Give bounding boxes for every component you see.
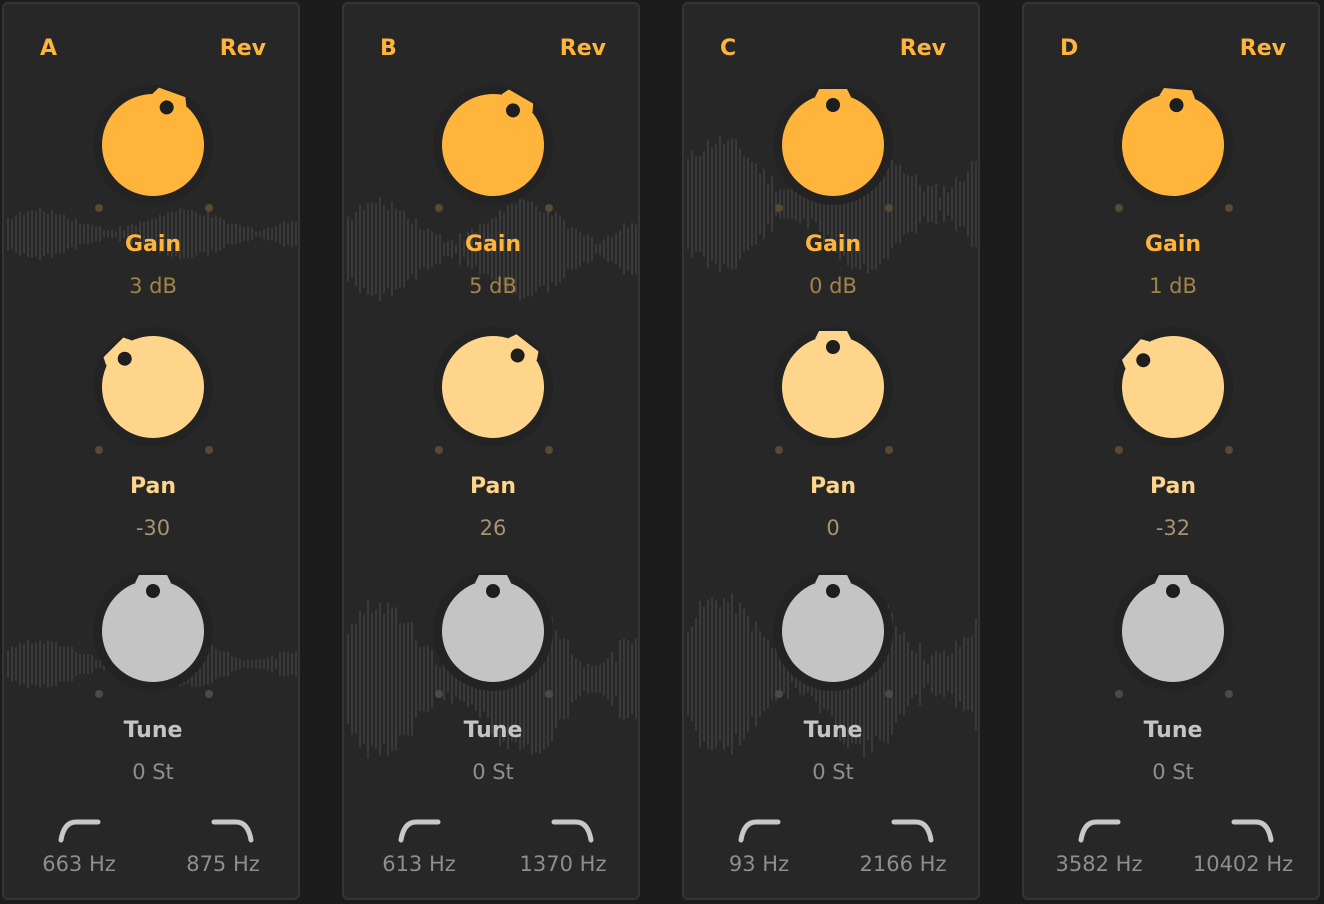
pan-value: -30 [135, 516, 171, 540]
channel-strip-c: C Rev Gain 0 dB Pan 0 Tune 0 St 93 Hz 2166 Hz [682, 2, 980, 900]
gain-label: Gain [464, 232, 522, 257]
pan-max-dot [885, 446, 893, 454]
gain-knob[interactable] [684, 75, 980, 225]
lowpass-filter-icon[interactable] [546, 816, 596, 844]
tune-value: 0 St [1152, 760, 1194, 784]
gain-max-dot [1225, 204, 1233, 212]
pan-min-dot [1115, 446, 1123, 454]
tune-max-dot [885, 690, 893, 698]
pan-max-dot [1225, 446, 1233, 454]
tune-max-dot [545, 690, 553, 698]
gain-knob[interactable] [344, 75, 640, 225]
tune-knob[interactable] [1024, 561, 1320, 711]
lowpass-frequency[interactable]: 1370 Hz [488, 852, 638, 876]
tune-max-dot [1225, 690, 1233, 698]
highpass-frequency[interactable]: 3582 Hz [1024, 852, 1174, 876]
gain-value: 1 dB [1149, 274, 1197, 298]
channel-strip-d: D Rev Gain 1 dB Pan -32 Tune 0 St 3582 Hz 10402 H… [1022, 2, 1320, 900]
pan-max-dot [545, 446, 553, 454]
tune-min-dot [775, 690, 783, 698]
reverse-toggle[interactable]: Rev [1240, 36, 1286, 61]
gain-min-dot [775, 204, 783, 212]
channel-strip-a: A Rev Gain 3 dB Pan -30 Tune 0 St 663 Hz 875 Hz [2, 2, 300, 900]
gain-min-dot [1115, 204, 1123, 212]
pan-min-dot [435, 446, 443, 454]
pan-label: Pan [469, 474, 517, 499]
gain-label: Gain [1144, 232, 1202, 257]
gain-max-dot [885, 204, 893, 212]
highpass-frequency[interactable]: 663 Hz [4, 852, 154, 876]
tune-max-dot [205, 690, 213, 698]
tune-knob-indicator [486, 584, 500, 598]
pan-value: -32 [1155, 516, 1191, 540]
gain-max-dot [545, 204, 553, 212]
reverse-toggle[interactable]: Rev [900, 36, 946, 61]
gain-value: 5 dB [469, 274, 517, 298]
tune-knob[interactable] [4, 561, 300, 711]
pan-label: Pan [129, 474, 177, 499]
lowpass-frequency[interactable]: 875 Hz [148, 852, 298, 876]
pan-min-dot [95, 446, 103, 454]
pan-value: 26 [479, 516, 507, 540]
gain-value: 3 dB [129, 274, 177, 298]
tune-value: 0 St [132, 760, 174, 784]
gain-knob[interactable] [1024, 75, 1320, 225]
tune-knob[interactable] [684, 561, 980, 711]
gain-knob-indicator [826, 98, 840, 112]
tune-value: 0 St [812, 760, 854, 784]
gain-knob[interactable] [4, 75, 300, 225]
tune-label: Tune [1143, 718, 1203, 743]
tune-label: Tune [123, 718, 183, 743]
tune-label: Tune [463, 718, 523, 743]
pan-label: Pan [809, 474, 857, 499]
pan-knob-indicator [826, 340, 840, 354]
channel-strip-b: B Rev Gain 5 dB Pan 26 Tune 0 St 613 Hz 1370 Hz [342, 2, 640, 900]
tune-knob-indicator [826, 584, 840, 598]
channel-name: B [380, 36, 397, 61]
lowpass-filter-icon[interactable] [206, 816, 256, 844]
lowpass-frequency[interactable]: 2166 Hz [828, 852, 978, 876]
channel-name: D [1060, 36, 1079, 61]
pan-value: 0 [826, 516, 840, 540]
highpass-frequency[interactable]: 93 Hz [684, 852, 834, 876]
tune-knob-indicator [1166, 584, 1180, 598]
reverse-toggle[interactable]: Rev [560, 36, 606, 61]
pan-max-dot [205, 446, 213, 454]
pan-label: Pan [1149, 474, 1197, 499]
highpass-frequency[interactable]: 613 Hz [344, 852, 494, 876]
highpass-filter-icon[interactable] [396, 816, 446, 844]
pan-min-dot [775, 446, 783, 454]
reverse-toggle[interactable]: Rev [220, 36, 266, 61]
tune-min-dot [1115, 690, 1123, 698]
highpass-filter-icon[interactable] [736, 816, 786, 844]
pan-knob[interactable] [4, 317, 300, 467]
tune-knob-indicator [146, 584, 160, 598]
tune-min-dot [435, 690, 443, 698]
tune-value: 0 St [472, 760, 514, 784]
gain-min-dot [95, 204, 103, 212]
highpass-filter-icon[interactable] [1076, 816, 1126, 844]
lowpass-filter-icon[interactable] [1226, 816, 1276, 844]
gain-value: 0 dB [809, 274, 857, 298]
channel-name: C [720, 36, 737, 61]
pan-knob[interactable] [684, 317, 980, 467]
gain-max-dot [205, 204, 213, 212]
tune-min-dot [95, 690, 103, 698]
tune-knob[interactable] [344, 561, 640, 711]
gain-label: Gain [124, 232, 182, 257]
pan-knob[interactable] [1024, 317, 1320, 467]
lowpass-frequency[interactable]: 10402 Hz [1168, 852, 1318, 876]
channel-name: A [40, 36, 58, 61]
gain-min-dot [435, 204, 443, 212]
pan-knob[interactable] [344, 317, 640, 467]
tune-label: Tune [803, 718, 863, 743]
highpass-filter-icon[interactable] [56, 816, 106, 844]
gain-label: Gain [804, 232, 862, 257]
lowpass-filter-icon[interactable] [886, 816, 936, 844]
